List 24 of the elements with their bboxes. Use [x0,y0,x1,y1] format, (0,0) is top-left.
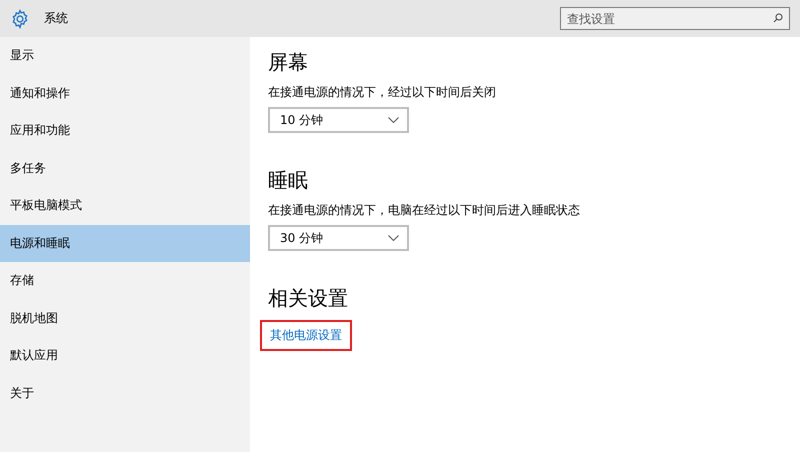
sidebar-item[interactable]: 默认应用 [0,337,250,374]
sidebar-item[interactable]: 多任务 [0,150,250,187]
sidebar-item[interactable]: 脱机地图 [0,300,250,337]
sidebar-item[interactable]: 关于 [0,374,250,412]
setting-description: 在接通电源的情况下，电脑在经过以下时间后进入睡眠状态 [268,202,580,219]
settings-icon [10,8,30,28]
setting-description: 在接通电源的情况下，经过以下时间后关闭 [268,84,496,101]
section-heading: 屏幕 [268,49,308,76]
sidebar-item[interactable]: 显示 [0,37,250,74]
search-field[interactable]: 查找设置 [560,7,790,30]
power-settings-link[interactable]: 其他电源设置 [260,320,352,351]
time-dropdown[interactable]: 10 分钟 [268,107,409,133]
time-dropdown[interactable]: 30 分钟 [268,225,409,251]
sidebar-item[interactable]: 电源和睡眠 [0,224,250,262]
sidebar-item[interactable]: 平板电脑模式 [0,187,250,224]
sidebar-item[interactable]: 存储 [0,262,250,300]
sidebar-item[interactable]: 应用和功能 [0,112,250,150]
chevron-down-icon [388,235,399,241]
section-heading: 相关设置 [268,285,348,312]
sidebar-item[interactable]: 通知和操作 [0,74,250,112]
search-icon [773,13,783,23]
section-heading: 睡眠 [268,167,308,194]
chevron-down-icon [388,117,399,123]
window-title: 系统 [44,10,69,27]
